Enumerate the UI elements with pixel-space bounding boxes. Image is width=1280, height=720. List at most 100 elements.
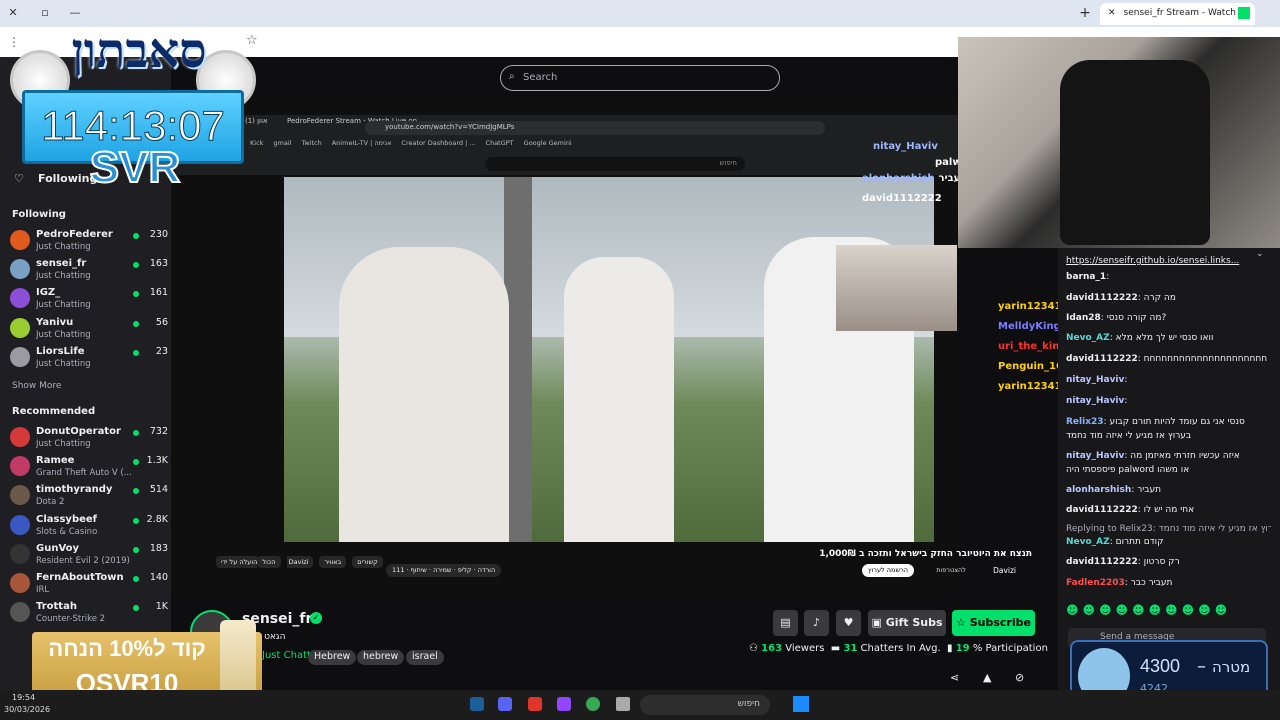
chat-username[interactable]: david1112222 [1066,293,1138,303]
browser-tab[interactable]: ✕ sensei_fr Stream - Watch Li [1100,3,1255,25]
chatters-label: Chatters In Avg. [860,643,941,654]
inner-video-title: תנצח את היוטיובר החזק בישראל ותזכה ב 1,0… [819,549,1032,559]
tag-israel[interactable]: israel [406,650,444,665]
file-explorer-icon[interactable] [616,697,630,711]
chat-username[interactable]: Nevo_AZ [1066,537,1110,547]
subscribe-button[interactable]: ☆ Subscribe [952,610,1035,636]
sidebar-channel-trottah[interactable]: Trottah Counter-Strike 2 1K [10,599,168,628]
discord-icon[interactable] [498,697,512,711]
inner-bookmark: AnimeIL-TV | אנימה [331,139,392,147]
taskbar-search[interactable]: חיפוש [640,695,770,715]
show-more-link[interactable]: Show More [12,381,61,391]
chat-username[interactable]: alonharshish [1066,485,1131,495]
recommended-section-title: Recommended [12,406,96,417]
chat-username[interactable]: david1112222 [1066,354,1138,364]
menu-dots-icon[interactable]: ⋮ [8,35,20,49]
taskbar: 19:54 30/03/2026 חיפוש [0,690,1280,720]
gift-subs-label: Gift Subs [885,616,943,629]
steam-icon[interactable] [470,697,484,711]
inner-browser-chrome: (1) אוון PedroFederer Stream - Watch Liv… [175,115,960,175]
tag-hebrew[interactable]: Hebrew [308,650,357,665]
chat-username[interactable]: nitay_Haviv [1066,375,1124,385]
bell-icon[interactable]: ♪ [804,610,829,636]
channel-name: DonutOperator [36,426,121,437]
avatar [10,427,30,447]
chat-text: בערוץ אז מגיע לי איזה מוד נחמד [1066,431,1192,441]
overlay-chat-user: yarin12341 [998,301,1062,312]
channel-name: Yanivu [36,316,74,328]
gift-subs-button[interactable]: ▣ Gift Subs [868,610,946,636]
windows-start-icon[interactable] [793,696,809,712]
follow-heart-icon[interactable]: ♥ [836,610,861,636]
participation-value: 19 [955,643,970,654]
inner-tab-1: (1) אוון [245,117,268,125]
sidebar-channel-yanivu[interactable]: Yanivu Just Chatting 56 [10,315,168,344]
sidebar-channel-gunvoy[interactable]: GunVoy Resident Evil 2 (2019) 183 [10,541,168,570]
viewer-count: 1.3K [146,455,168,467]
app-icon[interactable] [528,697,542,711]
participation-icon: ▮ [947,643,956,654]
live-dot-icon [133,488,139,495]
close-window-icon[interactable]: ✕ [6,6,20,20]
live-dot-icon [133,262,139,269]
pinned-link[interactable]: https://senseifr.github.io/sensei.links.… [1066,256,1266,266]
avatar [10,259,30,280]
more-options-icon[interactable]: ⊘ [1015,671,1024,684]
chat-username[interactable]: nitay_Haviv [1066,451,1124,461]
channel-name: IGZ_ [36,287,61,299]
channel-name: LiorsLife [36,345,85,357]
live-dot-icon [133,605,139,612]
chat-message: Relix23: סנסי אני גם עומד להיות תורם קבו… [1066,417,1245,427]
share-icon[interactable]: ⋖ [950,671,959,684]
inner-subscribe: הרשמה לערוץ [862,564,914,577]
channel-name: FernAboutTown [36,572,124,583]
chat-username[interactable]: Nevo_AZ [1066,333,1110,343]
chat-username[interactable]: barna_1 [1066,272,1106,282]
chat-message: Replying to Relix23: בערוץ אז מגיע לי אי… [1066,524,1271,534]
viewer-count: 161 [149,287,168,299]
tab-close-icon[interactable]: ✕ [1108,8,1116,18]
overlay-chat-user: nitay_Haviv [873,141,938,152]
sidebar-channel-timothyrandy[interactable]: timothyrandy Dota 2 514 [10,482,168,511]
goal-dash: – [1197,656,1206,677]
sidebar-channel-liorslife[interactable]: LiorsLife Just Chatting 23 [10,344,168,373]
sidebar-channel-ramee[interactable]: Ramee Grand Theft Auto V (... 1.3K [10,453,168,482]
inner-bookmarks: Kick gmail Twitch AnimeIL-TV | אנימה Creator… [250,139,582,147]
chat-username[interactable]: Relix23 [1066,417,1104,427]
sidebar-channel-classybeef[interactable]: Classybeef Slots & Casino 2.8K [10,512,168,541]
chevron-down-icon[interactable]: ⌄ [1256,249,1264,259]
theater-icon[interactable]: ▤ [773,610,798,636]
avatar [10,602,30,623]
sidebar-channel-sensei-fr[interactable]: sensei_fr Just Chatting 163 [10,256,168,285]
viewer-count: 56 [155,316,168,328]
chat-bubble-icon: ▬ [830,643,844,654]
sidebar-channel-donutoperator[interactable]: DonutOperator Just Chatting 732 [10,424,168,453]
chat-username[interactable]: david1112222 [1066,557,1138,567]
chrome-icon[interactable] [586,697,600,711]
chat-username[interactable]: Fadlen2203 [1066,578,1125,588]
chat-username[interactable]: david1112222 [1066,505,1138,515]
sidebar-channel-pedrofederer[interactable]: PedroFederer Just Chatting 230 [10,227,168,256]
chat-username[interactable]: Idan28 [1066,313,1101,323]
search-input[interactable]: ⌕ Search [500,65,780,91]
chat-username[interactable]: nitay_Haviv [1066,396,1124,406]
inner-channel-name: Davizi [993,566,1016,575]
viewer-stats: ⚇ 163 Viewers ▬ 31 Chatters In Avg. ▮ 19… [749,643,1048,654]
channel-category: Resident Evil 2 (2019) [36,555,130,566]
sidebar-channel-fernabouttown[interactable]: FernAboutTown IRL 140 [10,570,168,599]
viewer-count: 2.8K [146,513,168,525]
sidebar-channel-igz-[interactable]: IGZ_ Just Chatting 161 [10,285,168,314]
chat-message: david1112222: חחחחחחחחחחחחחחחחחחחחח [1066,354,1268,364]
channel-name: sensei_fr [36,258,87,270]
twitch-icon[interactable] [557,697,571,711]
overlay-chat-user: yarin12341 [998,381,1062,392]
report-icon[interactable]: ▲ [983,671,991,684]
chat-text: תעביר כבר [1130,578,1173,588]
emote-bar[interactable]: ☻☻☻☻☻☻☻☻☻☻ [1066,603,1272,617]
overlay-chat-message: MelldyKing [998,321,1065,332]
tag-hebrew-lower[interactable]: hebrew [357,650,405,665]
avatar [10,230,30,250]
inner-likes: 111 [392,566,405,574]
avatar [10,573,30,593]
new-tab-icon[interactable]: + [1078,6,1092,20]
